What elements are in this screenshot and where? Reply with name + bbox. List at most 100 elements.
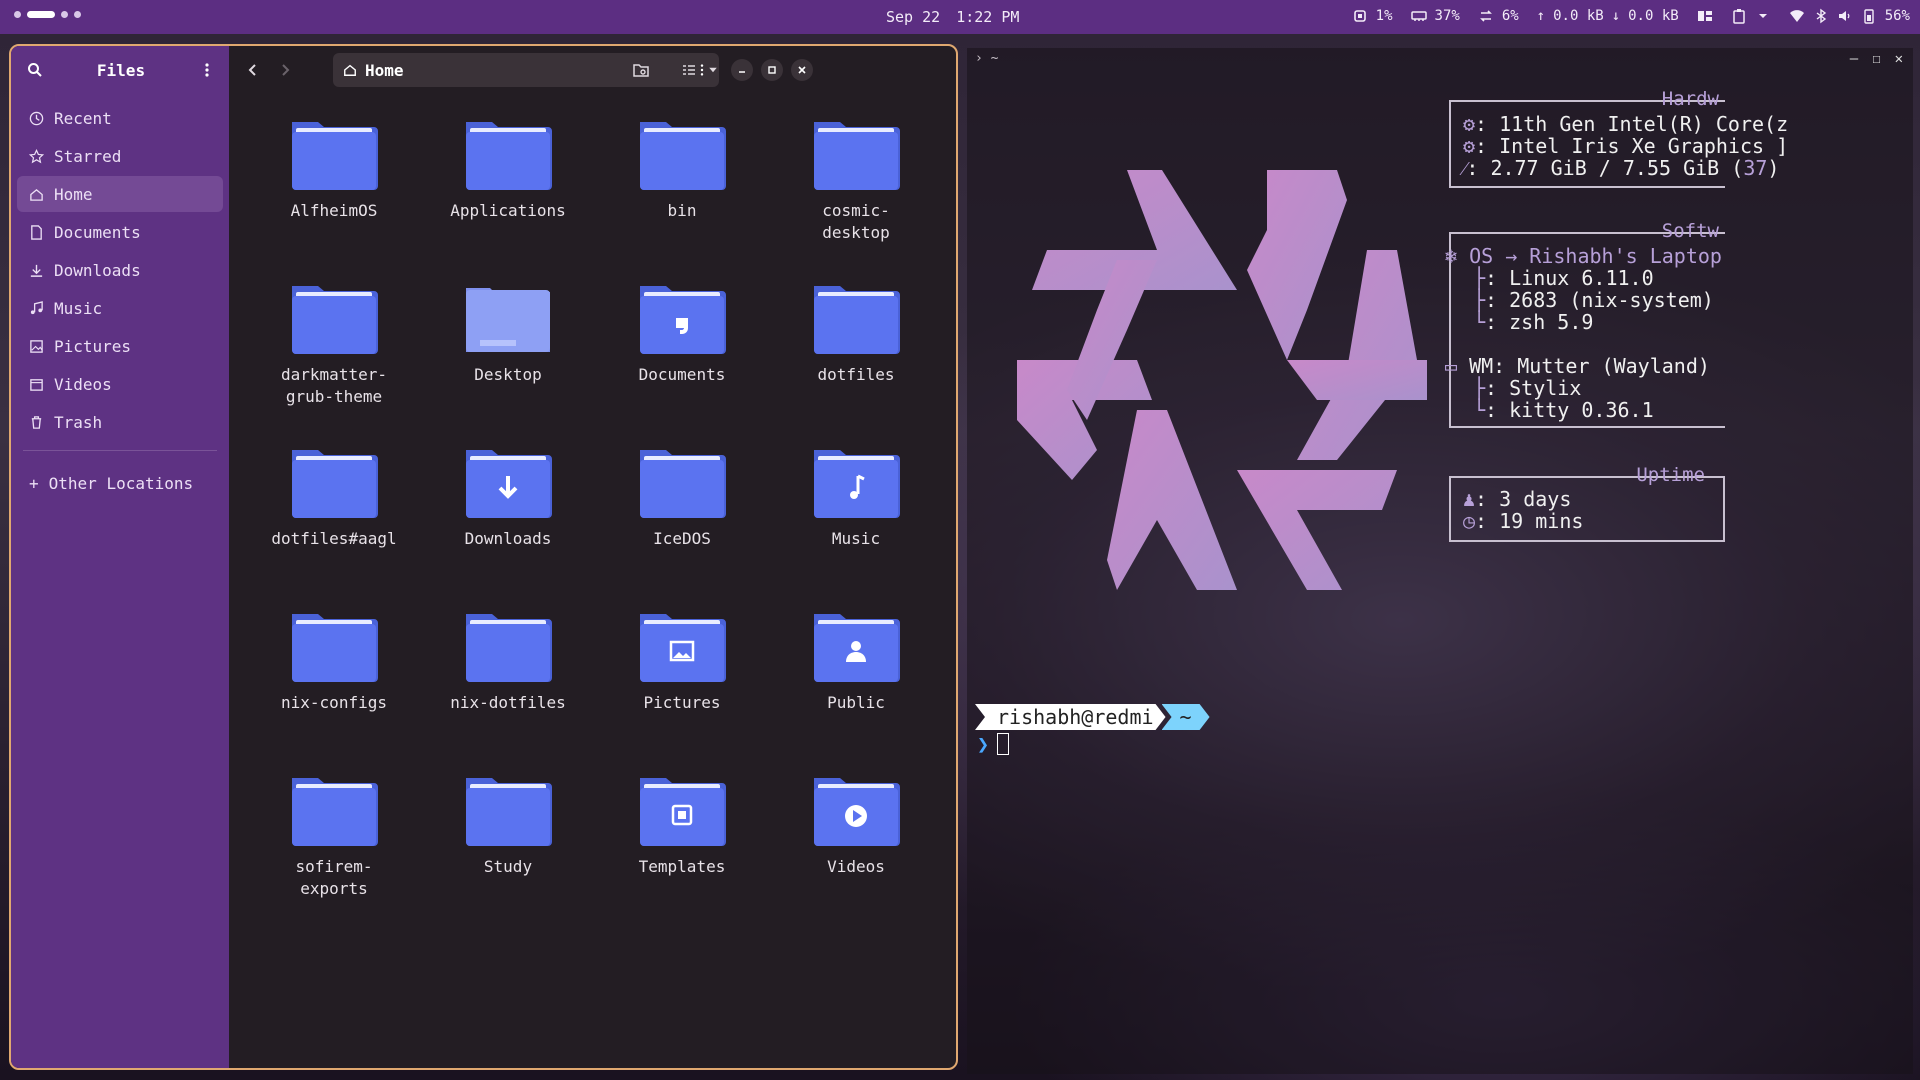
file-item[interactable]: cosmic- desktop	[769, 104, 943, 268]
os-value: OS → Rishabh's Laptop	[1469, 244, 1722, 268]
pictures-folder-icon	[640, 614, 726, 682]
file-item[interactable]: Public	[769, 596, 943, 760]
picture-icon	[30, 339, 43, 353]
prompt-char: ❯	[977, 732, 990, 756]
maximize-button[interactable]	[761, 59, 783, 81]
back-button[interactable]	[241, 58, 265, 82]
window-layout-icon	[1697, 11, 1712, 21]
memory-close: )	[1767, 156, 1780, 180]
file-item[interactable]: Documents	[595, 268, 769, 432]
minimize-button[interactable]: –	[1850, 51, 1858, 67]
close-button[interactable]	[791, 59, 813, 81]
search-folder-button[interactable]	[629, 58, 653, 82]
file-label: Videos	[827, 857, 885, 876]
folder-icon	[814, 286, 900, 354]
shell-line: └: zsh 5.9	[1473, 310, 1594, 334]
file-item[interactable]: dotfiles#aagl	[247, 432, 421, 596]
software-title: Softw	[1661, 220, 1719, 242]
maximize-button[interactable]: ☐	[1872, 51, 1880, 67]
file-label: darkmatter- grub-theme	[281, 365, 387, 406]
sidebar-item-pictures[interactable]: Pictures	[17, 328, 223, 364]
sidebar-item-home[interactable]: Home	[17, 176, 223, 212]
workspace-dot-active[interactable]	[27, 11, 55, 18]
document-icon	[31, 224, 42, 240]
memory-icon: ⁄	[1463, 156, 1467, 180]
sidebar-item-recent[interactable]: Recent	[17, 100, 223, 136]
sidebar-item-downloads[interactable]: Downloads	[17, 252, 223, 288]
file-item[interactable]: Desktop	[421, 268, 595, 432]
forward-button[interactable]	[273, 58, 297, 82]
clock[interactable]: Sep 22 1:22 PM	[886, 8, 1019, 26]
download-icon	[30, 264, 43, 277]
maximize-icon	[768, 66, 776, 74]
net-down-value: 0.0 kB	[1628, 8, 1679, 24]
uptime-title: Uptime	[1636, 464, 1705, 486]
file-item[interactable]: darkmatter- grub-theme	[247, 268, 421, 432]
clipboard-indicator[interactable]	[1731, 8, 1771, 24]
workspace-indicator[interactable]	[14, 11, 81, 18]
file-item[interactable]: nix-configs	[247, 596, 421, 760]
file-item[interactable]: Study	[421, 760, 595, 924]
close-button[interactable]: ✕	[1895, 51, 1903, 67]
file-item[interactable]: Videos	[769, 760, 943, 924]
sidebar-item-starred[interactable]: Starred	[17, 138, 223, 174]
workspace-dot[interactable]	[61, 11, 68, 18]
close-icon	[798, 66, 806, 74]
cpu-indicator[interactable]: 1%	[1352, 8, 1393, 24]
folder-search-icon	[633, 64, 649, 77]
person-icon: ♟	[1463, 487, 1476, 511]
clock-icon: ◷	[1463, 509, 1476, 533]
sidebar-item-music[interactable]: Music	[17, 290, 223, 326]
file-item[interactable]: Downloads	[421, 432, 595, 596]
sidebar-item-other-locations[interactable]: + Other Locations	[17, 465, 223, 501]
sidebar-item-documents[interactable]: Documents	[17, 214, 223, 250]
quick-settings[interactable]: 56%	[1789, 8, 1910, 24]
file-item[interactable]: IceDOS	[595, 432, 769, 596]
file-item[interactable]: Applications	[421, 104, 595, 268]
file-item[interactable]: Music	[769, 432, 943, 596]
workspace-dot[interactable]	[14, 11, 21, 18]
view-options-button[interactable]	[701, 58, 725, 82]
file-item[interactable]: bin	[595, 104, 769, 268]
terminal-window[interactable]: › ~ – ☐ ✕ Hardw ⚙: 11th Gen Intel(R) Cor…	[967, 48, 1913, 1074]
path-bar[interactable]: Home	[333, 53, 719, 87]
file-item[interactable]: Pictures	[595, 596, 769, 760]
minimize-button[interactable]	[731, 59, 753, 81]
file-item[interactable]: dotfiles	[769, 268, 943, 432]
command-line[interactable]: ❯	[977, 732, 1010, 756]
swap-value: 6%	[1501, 8, 1519, 24]
file-label: Public	[827, 693, 885, 712]
file-item[interactable]: Templates	[595, 760, 769, 924]
file-label: Downloads	[464, 529, 552, 548]
file-item[interactable]: nix-dotfiles	[421, 596, 595, 760]
workspace-dot[interactable]	[74, 11, 81, 18]
sidebar-item-label: Recent	[54, 108, 112, 128]
gpu-line: ⚙: Intel Iris Xe Graphics ]	[1463, 134, 1789, 158]
sidebar-item-videos[interactable]: Videos	[17, 366, 223, 402]
view-mode-button[interactable]	[677, 58, 701, 82]
clock-icon	[29, 111, 44, 125]
kernel-value: Linux 6.11.0	[1509, 266, 1654, 290]
terminal-title-text: ~	[990, 51, 999, 66]
search-icon[interactable]	[27, 62, 43, 78]
sidebar-item-label: Pictures	[54, 336, 132, 356]
file-grid: AlfheimOS Applications bin cosmic- desktop d…	[229, 104, 956, 924]
desktop-folder-icon	[466, 288, 550, 352]
sidebar-item-trash[interactable]: Trash	[17, 404, 223, 440]
swap-indicator[interactable]: 6%	[1478, 8, 1519, 24]
file-item[interactable]: AlfheimOS	[247, 104, 421, 268]
layout-indicator[interactable]	[1697, 8, 1713, 24]
shell-prompt: rishabh@redmi ~	[975, 704, 1210, 730]
memory-value: 37%	[1434, 8, 1460, 24]
file-item[interactable]: sofirem- exports	[247, 760, 421, 924]
cpu-line: ⚙: 11th Gen Intel(R) Core(z	[1463, 112, 1789, 136]
kebab-menu-icon[interactable]	[199, 62, 215, 78]
memory-indicator[interactable]: 37%	[1410, 8, 1460, 24]
home-icon	[344, 64, 356, 76]
file-label: dotfiles#aagl	[271, 529, 397, 548]
memory-value: 2.77 GiB / 7.55 GiB (	[1490, 156, 1744, 180]
uptime-days-line: ♟: 3 days	[1463, 487, 1572, 511]
network-upload-indicator[interactable]: ↑ 0.0 kB ↓ 0.0 kB	[1537, 8, 1679, 24]
shell-value: zsh 5.9	[1509, 310, 1594, 334]
folder-icon	[640, 122, 726, 190]
